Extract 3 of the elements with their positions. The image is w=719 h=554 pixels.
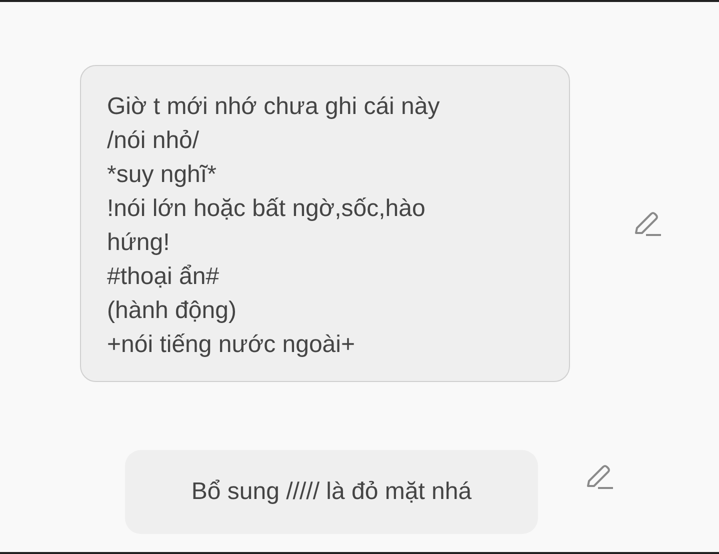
message-bubble[interactable]: Bổ sung ///// là đỏ mặt nhá — [125, 450, 538, 534]
edit-icon[interactable] — [584, 462, 614, 492]
message-bubble[interactable]: Giờ t mới nhớ chưa ghi cái này /nói nhỏ/ *suy nghĩ* !nói lớn hoặc bất ngờ,sốc,hào hứng! #thoại ẩn# (hành động) +nói tiếng nước ngoài+ — [80, 65, 570, 382]
